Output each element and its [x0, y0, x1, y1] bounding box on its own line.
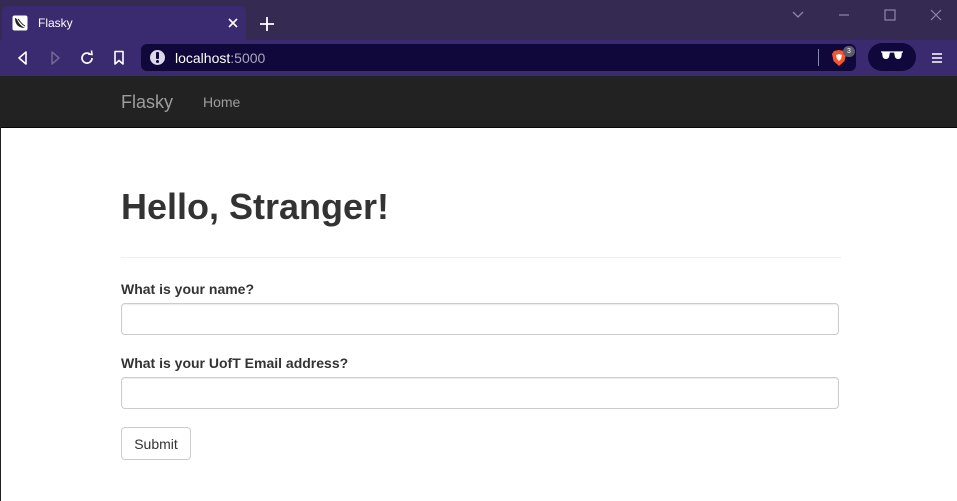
- forward-icon[interactable]: [45, 48, 65, 68]
- flask-favicon-icon: [12, 15, 28, 31]
- email-input[interactable]: [121, 377, 839, 409]
- new-tab-icon[interactable]: [257, 14, 277, 34]
- url-separator: [818, 49, 819, 66]
- nav-link-home[interactable]: Home: [203, 94, 240, 110]
- glasses-icon: [880, 48, 904, 66]
- name-input[interactable]: [121, 303, 839, 335]
- reload-icon[interactable]: [77, 48, 97, 68]
- url-text: localhost:5000: [175, 50, 266, 66]
- navbar: Flasky Home: [1, 76, 957, 128]
- navbar-brand[interactable]: Flasky: [121, 92, 173, 113]
- browser-tab-flasky[interactable]: Flasky: [2, 6, 246, 40]
- site-info-icon[interactable]: [150, 50, 165, 65]
- tab-search-chevron-icon[interactable]: [787, 6, 809, 24]
- hamburger-menu-icon[interactable]: [928, 48, 946, 68]
- submit-button[interactable]: Submit: [121, 427, 191, 460]
- address-bar[interactable]: localhost:5000 3: [141, 44, 856, 71]
- browser-titlebar: Flasky: [0, 0, 957, 40]
- shield-count-badge: 3: [843, 46, 855, 57]
- web-page: Flasky Home Hello, Stranger! What is you…: [0, 76, 957, 501]
- speedreader-button[interactable]: [868, 43, 916, 71]
- browser-toolbar: localhost:5000 3: [0, 40, 957, 76]
- maximize-icon[interactable]: [879, 6, 901, 24]
- back-icon[interactable]: [13, 48, 33, 68]
- minimize-icon[interactable]: [833, 6, 855, 24]
- name-label: What is your name?: [121, 281, 255, 297]
- bookmark-icon[interactable]: [109, 48, 129, 68]
- divider: [121, 257, 841, 258]
- email-label: What is your UofT Email address?: [121, 355, 349, 371]
- page-title: Hello, Stranger!: [121, 186, 390, 227]
- tab-title: Flasky: [38, 16, 73, 30]
- tab-close-icon[interactable]: [224, 14, 242, 32]
- close-window-icon[interactable]: [925, 6, 947, 24]
